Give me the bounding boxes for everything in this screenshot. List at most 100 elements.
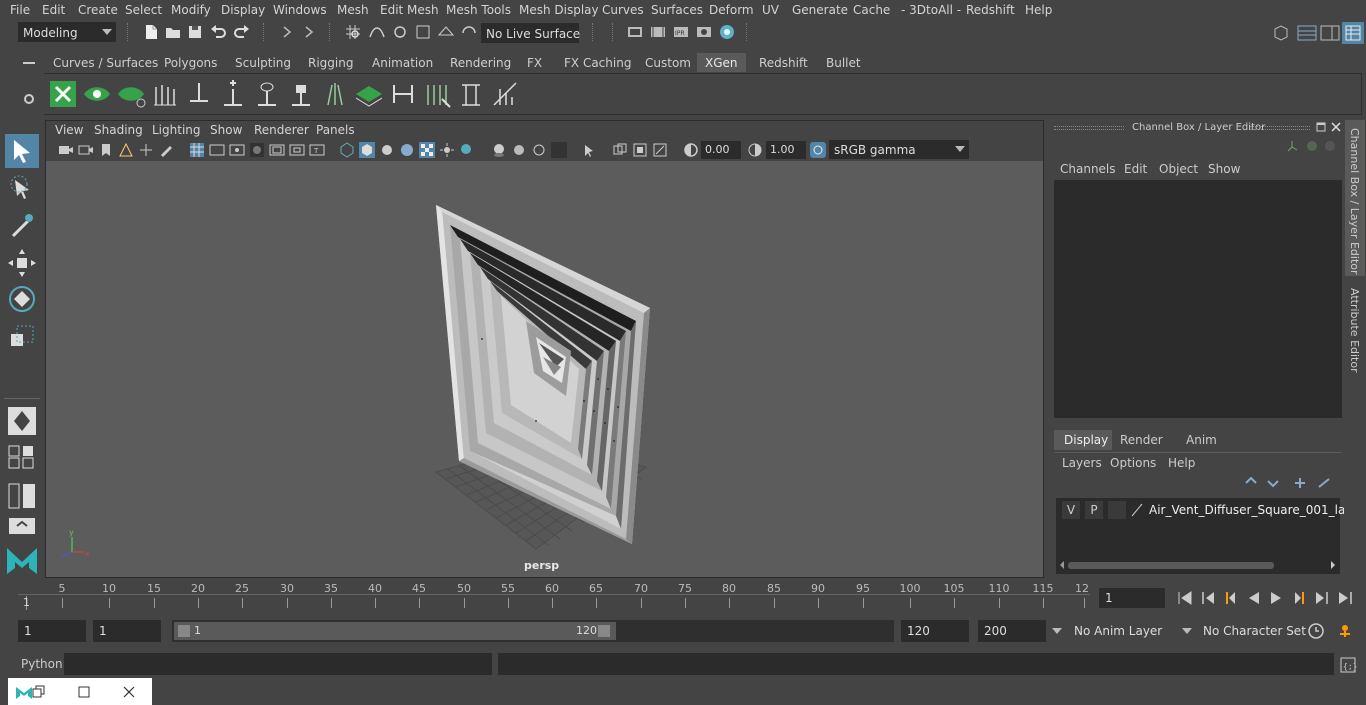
- go-to-start-icon[interactable]: [1175, 589, 1193, 607]
- fit-view-icon[interactable]: [652, 142, 668, 158]
- live-surface-field[interactable]: No Live Surface: [481, 23, 580, 43]
- smooth-shade-icon[interactable]: [359, 142, 375, 158]
- new-scene-icon[interactable]: [142, 23, 160, 41]
- color-management-icon[interactable]: [810, 142, 826, 158]
- undo-icon[interactable]: [209, 23, 227, 41]
- menu-create[interactable]: Create: [78, 3, 118, 17]
- safe-title-icon[interactable]: T: [309, 142, 325, 158]
- isolate-select-icon[interactable]: [582, 142, 598, 158]
- close-icon[interactable]: [122, 685, 136, 699]
- layout-icon[interactable]: [1297, 24, 1317, 42]
- restore-icon[interactable]: [32, 685, 46, 699]
- maximize-icon[interactable]: [77, 685, 91, 699]
- drag-handle[interactable]: [1250, 126, 1310, 130]
- snap-curve-icon[interactable]: [368, 23, 386, 41]
- xgen-grab-icon[interactable]: [422, 79, 452, 109]
- scale-tool-icon[interactable]: [5, 320, 39, 354]
- grid-toggle-icon[interactable]: [189, 142, 205, 158]
- horizontal-scrollbar[interactable]: [1068, 562, 1274, 569]
- step-forward-frame-icon[interactable]: [1291, 589, 1309, 607]
- scroll-left-icon[interactable]: [1058, 560, 1066, 570]
- hypershade-icon[interactable]: [718, 23, 736, 41]
- channel-box-toggle-button[interactable]: [1342, 22, 1364, 44]
- gamma-icon[interactable]: [747, 142, 763, 158]
- command-language-label[interactable]: Python: [21, 657, 63, 671]
- animation-start-field[interactable]: 1: [18, 620, 86, 642]
- layer-menu-layers[interactable]: Layers: [1062, 456, 1102, 470]
- outliner-layout-icon[interactable]: [5, 482, 39, 510]
- layer-tab-display[interactable]: Display: [1054, 430, 1112, 450]
- menu-3dtoall[interactable]: - 3DtoAll -: [901, 3, 961, 17]
- viewport-menu-panels[interactable]: Panels: [316, 123, 355, 137]
- film-gate-icon[interactable]: [209, 142, 225, 158]
- camera-select-icon[interactable]: [58, 142, 74, 158]
- go-to-end-icon[interactable]: [1337, 589, 1355, 607]
- range-slider-track[interactable]: 1 120: [172, 620, 894, 642]
- cb-menu-object[interactable]: Object: [1159, 162, 1198, 176]
- menu-edit[interactable]: Edit: [42, 3, 65, 17]
- ambient-occlusion-icon[interactable]: [491, 142, 507, 158]
- shelf-tab-fx-caching[interactable]: FX Caching: [556, 53, 639, 72]
- layer-menu-options[interactable]: Options: [1110, 456, 1156, 470]
- shelf-settings-gear-icon[interactable]: [20, 90, 38, 108]
- menu-mesh-display[interactable]: Mesh Display: [519, 3, 599, 17]
- time-slider[interactable]: 1 5 10 15 20 25 30 35 40 45 50 55 60 65 …: [18, 580, 1090, 612]
- paint-select-tool-icon[interactable]: [5, 208, 39, 242]
- move-layer-up-icon[interactable]: [1244, 476, 1260, 490]
- layer-name[interactable]: Air_Vent_Diffuser_Square_001_layer: [1149, 503, 1365, 517]
- viewport-menu-show[interactable]: Show: [210, 123, 242, 137]
- show-manipulator-icon[interactable]: [5, 404, 39, 438]
- animation-end-field[interactable]: 200: [978, 620, 1046, 642]
- menu-file[interactable]: File: [10, 3, 30, 17]
- grease-pencil-icon[interactable]: [158, 142, 174, 158]
- exposure-icon[interactable]: [683, 142, 699, 158]
- new-layer-selected-icon[interactable]: [1316, 476, 1332, 490]
- motion-blur-icon[interactable]: [511, 142, 527, 158]
- select-tool-button[interactable]: [5, 134, 39, 168]
- xgen-tools-icon[interactable]: [490, 79, 520, 109]
- menu-help[interactable]: Help: [1025, 3, 1052, 17]
- shelf-tab-curves-surfaces[interactable]: Curves / Surfaces: [45, 53, 166, 72]
- redo-icon[interactable]: [233, 23, 251, 41]
- exposure-field[interactable]: 0.00: [701, 141, 741, 159]
- menu-curves[interactable]: Curves: [602, 3, 644, 17]
- range-slider-min-grip[interactable]: [178, 625, 190, 637]
- graph-layout-icon[interactable]: [5, 516, 39, 536]
- xgen-scale-guide-icon[interactable]: [388, 79, 418, 109]
- bookmark-icon[interactable]: [98, 142, 114, 158]
- step-back-frame-icon[interactable]: [1221, 589, 1239, 607]
- snap-grid-icon[interactable]: [344, 23, 362, 41]
- toggle-panel-icon[interactable]: [1320, 24, 1340, 42]
- viewport-menu-shading[interactable]: Shading: [94, 123, 143, 137]
- menu-windows[interactable]: Windows: [273, 3, 327, 17]
- shelf-tab-bullet[interactable]: Bullet: [818, 53, 869, 72]
- maya-logo-icon[interactable]: [5, 540, 39, 576]
- anti-alias-icon[interactable]: [531, 142, 547, 158]
- playback-end-field[interactable]: 120: [901, 620, 969, 642]
- use-lights-icon[interactable]: [439, 142, 455, 158]
- resolution-gate-icon[interactable]: [229, 142, 245, 158]
- menu-generate[interactable]: Generate: [792, 3, 848, 17]
- xgen-guides-icon[interactable]: [150, 79, 180, 109]
- channel-list[interactable]: [1054, 180, 1342, 418]
- frame-all-icon[interactable]: [612, 142, 628, 158]
- circle-icon[interactable]: [1324, 140, 1336, 152]
- two-d-pan-icon[interactable]: [138, 142, 154, 158]
- layer-menu-help[interactable]: Help: [1168, 456, 1195, 470]
- xgen-description-icon[interactable]: [116, 79, 146, 109]
- xgen-add-guide-icon[interactable]: [218, 79, 248, 109]
- xgen-layer-icon[interactable]: [354, 79, 384, 109]
- layer-tab-anim[interactable]: Anim: [1186, 433, 1217, 447]
- layer-tab-render[interactable]: Render: [1120, 433, 1163, 447]
- cb-menu-channels[interactable]: Channels: [1060, 162, 1116, 176]
- image-plane-icon[interactable]: [118, 142, 134, 158]
- render-settings-icon[interactable]: [695, 23, 713, 41]
- layer-visibility-toggle[interactable]: V: [1062, 501, 1080, 519]
- open-scene-icon[interactable]: [164, 23, 182, 41]
- circle-icon[interactable]: [1306, 140, 1318, 152]
- save-scene-icon[interactable]: [186, 23, 204, 41]
- arrow-right-icon[interactable]: [300, 23, 318, 41]
- ipr-render-icon[interactable]: IPR: [672, 23, 690, 41]
- menu-uv[interactable]: UV: [762, 3, 779, 17]
- layer-type-toggle[interactable]: [1108, 501, 1126, 519]
